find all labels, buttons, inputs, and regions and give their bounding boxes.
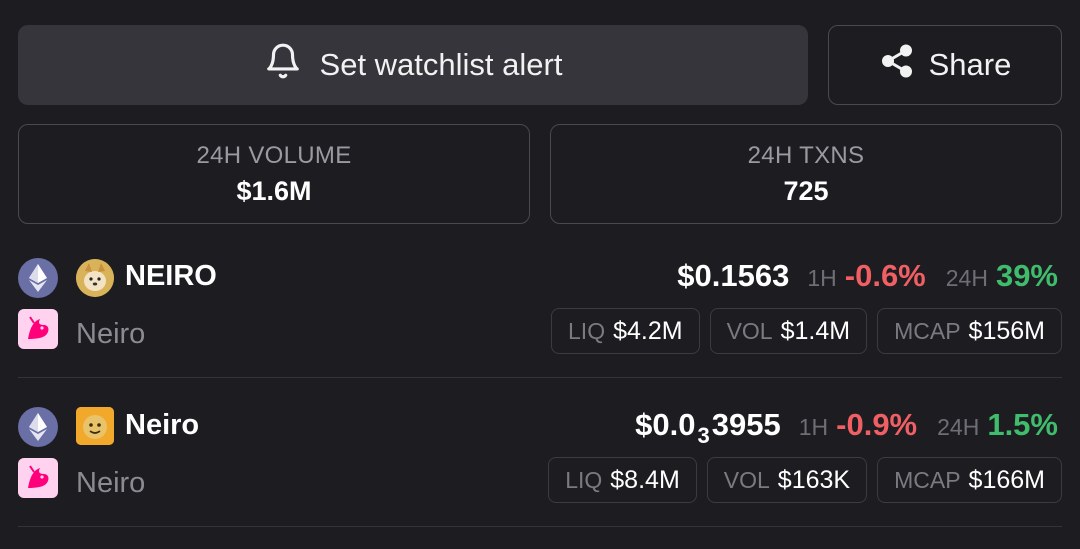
token-symbol: NEIRO bbox=[125, 260, 217, 292]
price-line: $0.033955 1H -0.9% 24H 1.5% bbox=[635, 407, 1058, 449]
txns-label: 24H TXNS bbox=[747, 141, 865, 169]
volume-stat-card: 24H VOLUME $1.6M bbox=[18, 124, 530, 224]
ethereum-icon bbox=[18, 407, 58, 447]
neiro-token-icon bbox=[76, 407, 114, 445]
mcap-chip: MCAP $166M bbox=[877, 457, 1062, 503]
share-button[interactable]: Share bbox=[828, 25, 1062, 105]
token-symbol: Neiro bbox=[125, 409, 200, 441]
volume-label: 24H VOLUME bbox=[196, 141, 352, 169]
vol-value: $1.4M bbox=[780, 316, 851, 345]
price-suffix: 3955 bbox=[711, 407, 781, 442]
row-divider bbox=[18, 377, 1062, 378]
uniswap-icon bbox=[18, 309, 58, 349]
liquidity-label: LIQ bbox=[565, 466, 603, 493]
liquidity-value: $8.4M bbox=[610, 465, 680, 494]
set-watchlist-alert-label: Set watchlist alert bbox=[319, 47, 563, 82]
share-label: Share bbox=[928, 47, 1012, 82]
change-24h-value: 39% bbox=[995, 258, 1058, 293]
pair-stats-chips: LIQ $8.4M VOL $163K MCAP $166M bbox=[548, 457, 1062, 503]
ethereum-icon bbox=[18, 258, 58, 298]
volume-chip: VOL $163K bbox=[706, 457, 868, 503]
stats-row: 24H VOLUME $1.6M 24H TXNS 725 bbox=[18, 124, 1062, 224]
pair-row[interactable]: Neiro Neiro $0.033955 1H -0.9% 24H 1.5% … bbox=[0, 397, 1080, 527]
token-name: Neiro bbox=[76, 467, 146, 499]
mcap-value: $166M bbox=[968, 465, 1045, 494]
vol-label: VOL bbox=[723, 466, 770, 493]
volume-chip: VOL $1.4M bbox=[709, 308, 868, 354]
change-24h-value: 1.5% bbox=[987, 407, 1058, 442]
mcap-label: MCAP bbox=[894, 466, 961, 493]
token-price: $0.1563 bbox=[677, 258, 790, 293]
vol-value: $163K bbox=[777, 465, 851, 494]
mcap-chip: MCAP $156M bbox=[877, 308, 1062, 354]
mcap-label: MCAP bbox=[894, 317, 961, 344]
mcap-value: $156M bbox=[968, 316, 1045, 345]
price-line: $0.1563 1H -0.6% 24H 39% bbox=[677, 258, 1058, 294]
price-zero-count: 3 bbox=[697, 423, 710, 448]
token-name: Neiro bbox=[76, 318, 146, 350]
liquidity-value: $4.2M bbox=[613, 316, 683, 345]
txns-stat-card: 24H TXNS 725 bbox=[550, 124, 1062, 224]
txns-value: 725 bbox=[783, 175, 829, 206]
pair-row[interactable]: NEIRO Neiro $0.1563 1H -0.6% 24H 39% LIQ… bbox=[0, 248, 1080, 378]
token-price: $0.033955 bbox=[635, 407, 781, 449]
pair-stats-chips: LIQ $4.2M VOL $1.4M MCAP $156M bbox=[551, 308, 1062, 354]
liquidity-label: LIQ bbox=[568, 317, 606, 344]
volume-value: $1.6M bbox=[236, 175, 312, 206]
vol-label: VOL bbox=[726, 317, 773, 344]
change-1h-value: -0.9% bbox=[836, 407, 918, 442]
change-1h-value: -0.6% bbox=[844, 258, 926, 293]
bell-icon bbox=[264, 40, 302, 90]
action-bar: Set watchlist alert Share bbox=[18, 25, 1062, 105]
neiro-token-icon bbox=[76, 259, 114, 297]
liquidity-chip: LIQ $8.4M bbox=[548, 457, 697, 503]
set-watchlist-alert-button[interactable]: Set watchlist alert bbox=[18, 25, 808, 105]
change-24h-label: 24H bbox=[937, 414, 980, 440]
uniswap-icon bbox=[18, 458, 58, 498]
change-24h-label: 24H bbox=[945, 265, 988, 291]
change-1h-label: 1H bbox=[798, 414, 829, 440]
row-divider bbox=[18, 526, 1062, 527]
share-icon bbox=[879, 42, 915, 88]
price-prefix: $0.0 bbox=[635, 407, 696, 442]
change-1h-label: 1H bbox=[807, 265, 837, 291]
liquidity-chip: LIQ $4.2M bbox=[551, 308, 700, 354]
